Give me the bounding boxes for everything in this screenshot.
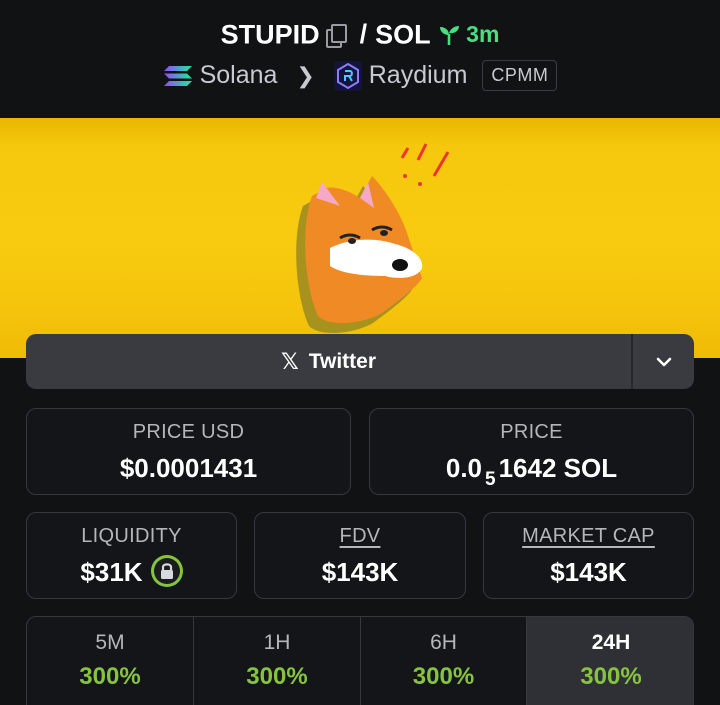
liquidity-card: LIQUIDITY $31K — [26, 512, 237, 599]
liquidity-label: LIQUIDITY — [81, 525, 182, 547]
twitter-label: Twitter — [308, 349, 376, 373]
copy-icon[interactable] — [324, 23, 347, 48]
pool-type-badge: CPMM — [482, 60, 558, 91]
price-change-value: 300% — [580, 663, 642, 690]
pair-header: STUPID / SOL 3m Solana ❯ Raydium CPMM — [0, 0, 720, 118]
chevron-right-icon: ❯ — [296, 62, 315, 88]
base-symbol: STUPID — [220, 19, 320, 50]
price-label: PRICE — [500, 421, 563, 443]
social-links-bar: 𝕏 Twitter — [26, 334, 694, 389]
twitter-button[interactable]: 𝕏 Twitter — [26, 334, 631, 389]
market-cap-card: MARKET CAP $143K — [483, 512, 694, 599]
price-native-card: PRICE 0.0 5 1642 SOL — [369, 408, 694, 495]
timeframe-tabs: 5M 300% 1H 300% 6H 300% 24H 300% — [26, 616, 694, 705]
market-cap-value: $143K — [550, 557, 627, 587]
dex-link[interactable]: Raydium — [369, 61, 468, 89]
pair-separator: / — [359, 19, 368, 50]
price-digits: 1642 — [498, 453, 557, 483]
fdv-value: $143K — [321, 557, 399, 587]
more-links-toggle[interactable] — [633, 334, 694, 389]
chevron-down-icon — [656, 357, 671, 366]
price-usd-value: $0.0001431 — [119, 453, 258, 483]
raydium-logo-icon — [333, 60, 362, 91]
tab-5m[interactable]: 5M 300% — [27, 617, 193, 705]
tab-1h[interactable]: 1H 300% — [193, 617, 360, 705]
chain-link[interactable]: Solana — [200, 61, 278, 89]
tab-label: 5M — [95, 631, 125, 654]
price-change-value: 300% — [79, 663, 141, 690]
tab-6h[interactable]: 6H 300% — [360, 617, 526, 705]
price-unit: SOL — [563, 453, 618, 483]
price-native-value: 0.0 5 1642 SOL — [370, 453, 693, 491]
price-usd-label: PRICE USD — [132, 421, 245, 443]
tab-24h[interactable]: 24H 300% — [526, 617, 693, 705]
pair-title: STUPID / SOL 3m — [0, 18, 720, 50]
fdv-card: FDV $143K — [254, 512, 466, 599]
price-change-value: 300% — [412, 663, 475, 690]
price-zero-count: 5 — [485, 469, 496, 490]
pair-age: 3m — [466, 21, 500, 48]
liquidity-value: $31K — [80, 557, 143, 587]
quote-symbol: SOL — [375, 19, 431, 50]
price-usd-card: PRICE USD $0.0001431 — [26, 408, 351, 495]
tab-label: 1H — [263, 631, 291, 654]
price-prefix: 0.0 — [445, 453, 483, 483]
token-mascot-image — [296, 143, 450, 334]
price-change-value: 300% — [246, 663, 308, 690]
sprout-icon — [440, 25, 460, 45]
market-cap-label[interactable]: MARKET CAP — [484, 525, 693, 548]
lock-icon[interactable] — [150, 555, 183, 588]
x-logo-icon: 𝕏 — [280, 348, 299, 374]
tab-label: 24H — [591, 631, 631, 654]
tab-label: 6H — [430, 631, 457, 654]
fdv-label[interactable]: FDV — [255, 525, 465, 548]
solana-logo-icon — [163, 65, 192, 86]
breadcrumb: Solana ❯ Raydium CPMM — [0, 60, 720, 91]
token-banner — [0, 118, 720, 358]
liquidity-value-row: $31K — [27, 555, 236, 590]
